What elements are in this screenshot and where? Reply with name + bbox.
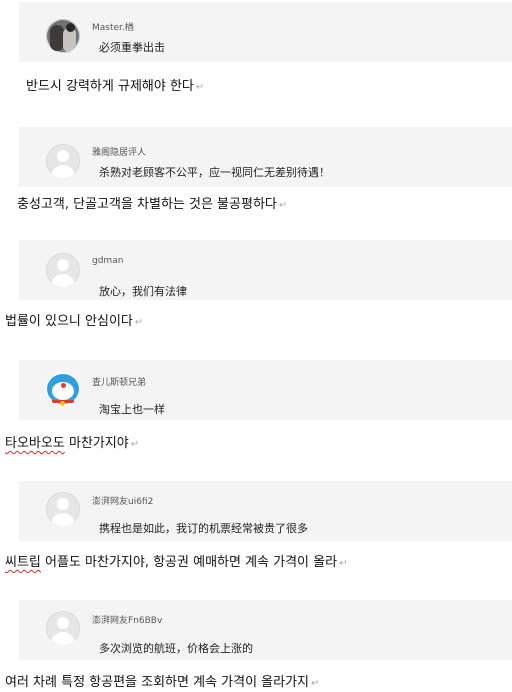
korean-translation: 타오바오도 마찬가지야 ↵ — [5, 432, 139, 451]
return-mark-icon: ↵ — [311, 678, 320, 689]
default-avatar-icon[interactable] — [46, 611, 80, 645]
comment-username[interactable]: Master.楢 — [92, 20, 134, 33]
korean-translation: 법률이 있으니 안심이다 ↵ — [5, 310, 143, 329]
comment-text: 放心，我们有法律 — [99, 285, 187, 298]
comment-card: 雅阁隐居评人 杀熟对老顾客不公平，应一视同仁无差别待遇！ — [19, 127, 512, 187]
translation-text: 여러 차례 특정 항공편을 조회하면 계속 가격이 올라가지 — [5, 675, 310, 690]
spellcheck-flagged-word: 씨트립 — [5, 555, 41, 570]
comment-text: 必须重拳出击 — [99, 41, 165, 54]
return-mark-icon: ↵ — [278, 200, 288, 211]
return-mark-icon: ↵ — [130, 439, 140, 450]
translation-text: 마찬가지야 — [64, 436, 129, 451]
comment-username[interactable]: gdman — [92, 256, 123, 266]
translation-text: 어플도 마찬가지야, 항공권 예매하면 계속 가격이 올라 — [40, 555, 338, 570]
return-mark-icon: ↵ — [195, 82, 205, 93]
user-avatar[interactable] — [46, 19, 80, 53]
comment-card: 澎湃网友Fn6BBv 多次浏览的航班，价格会上涨的 — [19, 600, 512, 660]
comment-text: 携程也是如此，我订的机票经常被贵了很多 — [99, 522, 308, 535]
return-mark-icon: ↵ — [134, 317, 144, 328]
comment-card: 澎湃网友ui6fi2 携程也是如此，我订的机票经常被贵了很多 — [19, 481, 512, 541]
default-avatar-icon[interactable] — [46, 253, 80, 287]
comment-username[interactable]: 澎湃网友ui6fi2 — [92, 494, 153, 507]
comment-card: gdman 放心，我们有法律 — [19, 240, 512, 300]
doraemon-avatar-icon[interactable] — [46, 372, 80, 406]
comment-card: 査儿斯顿兄弟 淘宝上也一样 — [19, 360, 512, 420]
comment-username[interactable]: 澎湃网友Fn6BBv — [92, 613, 162, 626]
comment-username[interactable]: 査儿斯顿兄弟 — [92, 375, 146, 388]
comment-username[interactable]: 雅阁隐居评人 — [92, 145, 146, 158]
korean-translation: 씨트립 어플도 마찬가지야, 항공권 예매하면 계속 가격이 올라 ↵ — [5, 551, 347, 570]
comment-text: 多次浏览的航班，价格会上涨的 — [99, 642, 253, 655]
default-avatar-icon[interactable] — [46, 144, 80, 178]
spellcheck-flagged-word: 타오바오도 — [5, 436, 65, 451]
korean-translation: 충성고객, 단골고객을 차별하는 것은 불공평하다 ↵ — [17, 193, 287, 212]
default-avatar-icon[interactable] — [46, 492, 80, 526]
korean-translation: 반드시 강력하게 규제해야 한다 ↵ — [26, 75, 204, 94]
return-mark-icon: ↵ — [339, 558, 348, 569]
translation-text: 충성고객, 단골고객을 차별하는 것은 불공평하다 — [17, 197, 277, 212]
translation-text: 법률이 있으니 안심이다 — [5, 314, 133, 329]
korean-translation: 여러 차례 특정 항공편을 조회하면 계속 가격이 올라가지 ↵ — [5, 671, 319, 690]
translation-text: 반드시 강력하게 규제해야 한다 — [26, 79, 194, 94]
comment-text: 杀熟对老顾客不公平，应一视同仁无差别待遇！ — [99, 166, 330, 179]
comment-card: Master.楢 必须重拳出击 — [19, 2, 512, 62]
comment-text: 淘宝上也一样 — [99, 403, 165, 416]
